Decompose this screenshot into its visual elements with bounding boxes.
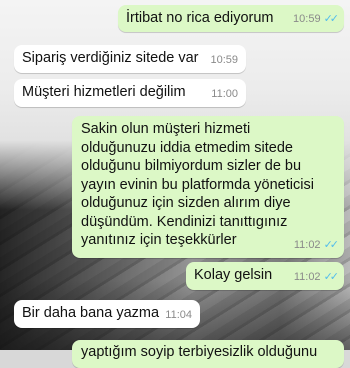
message-meta: 10:59 ✓✓ <box>293 10 340 29</box>
message-time: 11:04 <box>165 308 192 321</box>
message-time: 11:02 <box>293 270 321 283</box>
message-bubble-outgoing-partial[interactable]: yaptığım soyip terbiyesizlik olduğunu <box>72 340 344 368</box>
message-bubble-outgoing[interactable]: Kolay gelsin 11:02 ✓✓ <box>186 262 344 290</box>
message-bubble-incoming[interactable]: Sipariş verdiğiniz sitede var 10:59 <box>14 45 246 73</box>
message-time: 11:02 <box>293 238 321 251</box>
message-bubble-incoming[interactable]: Müşteri hizmetleri değilim 11:00 <box>14 79 246 107</box>
message-time: 10:59 <box>293 12 321 25</box>
message-text: Sipariş verdiğiniz sitede var <box>22 50 199 66</box>
message-time: 11:00 <box>211 87 238 100</box>
message-time: 10:59 <box>210 53 238 66</box>
double-check-icon: ✓✓ <box>323 238 340 251</box>
message-text: Sakin olun müşteri hizmeti olduğunuzu id… <box>81 121 314 248</box>
message-bubble-outgoing[interactable]: İrtibat no rica ediyorum 10:59 ✓✓ <box>118 5 344 32</box>
message-text: Müşteri hizmetleri değilim <box>22 84 186 100</box>
double-check-icon: ✓✓ <box>323 270 340 283</box>
message-bubble-outgoing[interactable]: Sakin olun müşteri hizmeti olduğunuzu id… <box>72 116 344 258</box>
message-meta: 11:02 ✓✓ <box>293 236 340 255</box>
message-meta: 11:02 ✓✓ <box>293 268 340 287</box>
double-check-icon: ✓✓ <box>323 12 340 25</box>
message-bubble-incoming[interactable]: Bir daha bana yazma 11:04 <box>14 300 200 328</box>
message-text: yaptığım soyip terbiyesizlik olduğunu <box>81 344 318 360</box>
